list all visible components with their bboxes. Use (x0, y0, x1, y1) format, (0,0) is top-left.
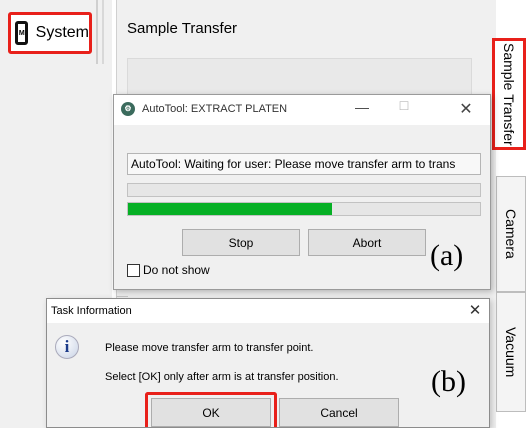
system-icon: M (15, 21, 28, 45)
progress-bar (127, 202, 481, 216)
tab-camera[interactable]: Camera (496, 176, 526, 292)
minimize-button[interactable]: — (350, 99, 374, 119)
close-button[interactable]: ✕ (454, 99, 478, 119)
system-label: System (35, 24, 89, 41)
annotation-b: (b) (431, 365, 466, 398)
divider (116, 296, 128, 297)
annotation-a: (a) (430, 239, 464, 272)
panel-title: Sample Transfer (127, 20, 238, 37)
info-icon: i (55, 335, 79, 359)
tab-vacuum[interactable]: Vacuum (496, 292, 526, 412)
stop-button[interactable]: Stop (182, 229, 300, 256)
app-icon: ⚙ (121, 102, 135, 116)
nav-divider (96, 0, 98, 64)
abort-button[interactable]: Abort (308, 229, 426, 256)
ok-button[interactable]: OK (151, 398, 271, 427)
close-button[interactable]: ✕ (465, 301, 485, 321)
tab-sample-transfer[interactable]: Sample Transfer (492, 38, 526, 150)
task-info-title: Task Information (51, 305, 132, 317)
info-message-line2: Select [OK] only after arm is at transfe… (105, 371, 339, 383)
tab-camera-label: Camera (503, 209, 519, 259)
task-info-dialog: Task Information ✕ i Please move transfe… (46, 298, 490, 428)
status-message-box: AutoTool: Waiting for user: Please move … (127, 153, 481, 175)
maximize-button[interactable]: ☐ (392, 99, 416, 119)
autotool-title: AutoTool: EXTRACT PLATEN (142, 103, 288, 115)
status-message: AutoTool: Waiting for user: Please move … (131, 157, 456, 171)
nav-divider (102, 0, 104, 64)
checkbox-box[interactable] (127, 263, 140, 277)
cancel-button[interactable]: Cancel (279, 398, 399, 427)
progress-fill (128, 203, 333, 215)
do-not-show-checkbox[interactable]: Do not show (127, 263, 210, 277)
tab-sample-transfer-label: Sample Transfer (501, 42, 517, 146)
progress-bar-empty (127, 183, 481, 197)
do-not-show-label: Do not show (143, 263, 210, 277)
system-nav-button[interactable]: M System (8, 12, 92, 54)
info-message-line1: Please move transfer arm to transfer poi… (105, 342, 314, 354)
transfer-panel-box (127, 58, 472, 96)
autotool-dialog: ⚙ AutoTool: EXTRACT PLATEN — ☐ ✕ AutoToo… (113, 94, 491, 290)
tab-vacuum-label: Vacuum (503, 326, 519, 378)
